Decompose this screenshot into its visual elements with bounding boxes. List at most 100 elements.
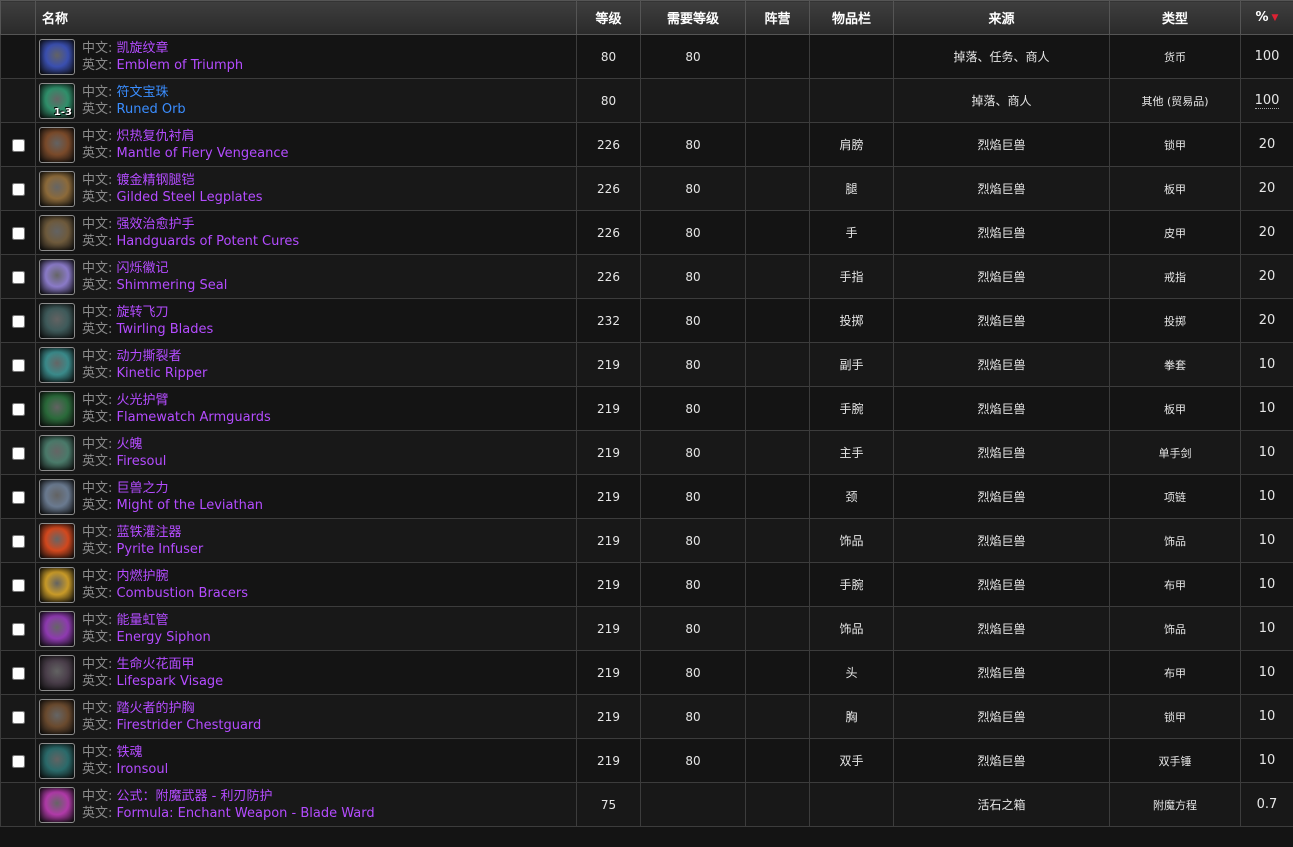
item-name-en[interactable]: Energy Siphon (117, 630, 211, 645)
item-name-cn[interactable]: 火光护臂 (117, 393, 169, 408)
item-source[interactable]: 烈焰巨兽 (893, 650, 1110, 695)
necklace-icon[interactable] (39, 478, 75, 515)
header-faction[interactable]: 阵营 (745, 0, 810, 35)
row-checkbox[interactable] (11, 534, 25, 548)
item-type[interactable]: 布甲 (1109, 562, 1241, 607)
formula-icon[interactable] (39, 786, 75, 823)
item-name-en[interactable]: Kinetic Ripper (117, 366, 208, 381)
item-name-cn[interactable]: 火魄 (117, 437, 143, 452)
item-source[interactable]: 烈焰巨兽 (893, 430, 1110, 475)
hood-icon[interactable] (39, 654, 75, 691)
item-type[interactable]: 锁甲 (1109, 694, 1241, 739)
header-req-level[interactable]: 需要等级 (640, 0, 746, 35)
emblem-icon[interactable] (39, 38, 75, 75)
shoulder-icon[interactable] (39, 126, 75, 163)
row-checkbox[interactable] (11, 666, 25, 680)
item-name-en[interactable]: Might of the Leviathan (117, 498, 264, 513)
item-source[interactable]: 烈焰巨兽 (893, 166, 1110, 211)
item-source[interactable]: 烈焰巨兽 (893, 474, 1110, 519)
item-name-en[interactable]: Firestrider Chestguard (117, 718, 262, 733)
item-name-cn[interactable]: 强效治愈护手 (117, 217, 195, 232)
item-name-cn[interactable]: 蓝铁灌注器 (117, 525, 182, 540)
row-checkbox[interactable] (11, 402, 25, 416)
item-name-en[interactable]: Twirling Blades (117, 322, 214, 337)
item-source[interactable]: 烈焰巨兽 (893, 606, 1110, 651)
item-source[interactable]: 烈焰巨兽 (893, 738, 1110, 783)
item-source[interactable]: 烈焰巨兽 (893, 518, 1110, 563)
infuser-icon[interactable] (39, 522, 75, 559)
item-name-cn[interactable]: 能量虹管 (117, 613, 169, 628)
item-name-en[interactable]: Runed Orb (117, 102, 186, 117)
row-checkbox[interactable] (11, 138, 25, 152)
item-type[interactable]: 戒指 (1109, 254, 1241, 299)
item-name-cn[interactable]: 凯旋纹章 (117, 41, 169, 56)
orb-icon[interactable]: 1-3 (39, 82, 75, 119)
row-checkbox[interactable] (11, 578, 25, 592)
item-type[interactable]: 双手锤 (1109, 738, 1241, 783)
row-checkbox[interactable] (11, 622, 25, 636)
item-source[interactable]: 烈焰巨兽 (893, 210, 1110, 255)
item-source[interactable]: 烈焰巨兽 (893, 386, 1110, 431)
item-type[interactable]: 项链 (1109, 474, 1241, 519)
item-name-en[interactable]: Emblem of Triumph (117, 58, 244, 73)
header-level[interactable]: 等级 (576, 0, 641, 35)
item-name-cn[interactable]: 镀金精钢腿铠 (117, 173, 195, 188)
item-type[interactable]: 货币 (1109, 34, 1241, 79)
row-checkbox[interactable] (11, 446, 25, 460)
item-source[interactable]: 烈焰巨兽 (893, 254, 1110, 299)
item-name-en[interactable]: Lifespark Visage (117, 674, 224, 689)
item-name-en[interactable]: Flamewatch Armguards (117, 410, 271, 425)
row-checkbox[interactable] (11, 754, 25, 768)
item-name-en[interactable]: Combustion Bracers (117, 586, 249, 601)
row-checkbox[interactable] (11, 182, 25, 196)
item-name-cn[interactable]: 内燃护腕 (117, 569, 169, 584)
item-source[interactable]: 活石之箱 (893, 782, 1110, 827)
legplates-icon[interactable] (39, 170, 75, 207)
row-checkbox[interactable] (11, 270, 25, 284)
item-type[interactable]: 投掷 (1109, 298, 1241, 343)
item-name-cn[interactable]: 旋转飞刀 (117, 305, 169, 320)
item-name-cn[interactable]: 动力撕裂者 (117, 349, 182, 364)
item-name-en[interactable]: Firesoul (117, 454, 167, 469)
item-source[interactable]: 烈焰巨兽 (893, 298, 1110, 343)
item-type[interactable]: 单手剑 (1109, 430, 1241, 475)
item-type[interactable]: 饰品 (1109, 606, 1241, 651)
item-type[interactable]: 饰品 (1109, 518, 1241, 563)
item-source[interactable]: 烈焰巨兽 (893, 342, 1110, 387)
item-source[interactable]: 烈焰巨兽 (893, 122, 1110, 167)
item-name-en[interactable]: Handguards of Potent Cures (117, 234, 300, 249)
row-checkbox[interactable] (11, 710, 25, 724)
header-name[interactable]: 名称 (35, 0, 577, 35)
item-source[interactable]: 掉落、商人 (893, 78, 1110, 123)
item-name-en[interactable]: Mantle of Fiery Vengeance (117, 146, 289, 161)
item-name-cn[interactable]: 踏火者的护胸 (117, 701, 195, 716)
item-type[interactable]: 附魔方程 (1109, 782, 1241, 827)
item-type[interactable]: 锁甲 (1109, 122, 1241, 167)
header-source[interactable]: 来源 (893, 0, 1110, 35)
siphon-icon[interactable] (39, 610, 75, 647)
chest-icon[interactable] (39, 698, 75, 735)
row-checkbox[interactable] (11, 490, 25, 504)
item-name-cn[interactable]: 巨兽之力 (117, 481, 169, 496)
fist-icon[interactable] (39, 346, 75, 383)
item-type[interactable]: 拳套 (1109, 342, 1241, 387)
header-pct[interactable]: % ▼ (1240, 0, 1293, 35)
row-checkbox[interactable] (11, 358, 25, 372)
header-slot[interactable]: 物品栏 (809, 0, 894, 35)
item-name-cn[interactable]: 铁魂 (117, 745, 143, 760)
item-type[interactable]: 板甲 (1109, 166, 1241, 211)
header-type[interactable]: 类型 (1109, 0, 1241, 35)
item-source[interactable]: 掉落、任务、商人 (893, 34, 1110, 79)
item-type[interactable]: 板甲 (1109, 386, 1241, 431)
ring-icon[interactable] (39, 258, 75, 295)
row-checkbox[interactable] (11, 226, 25, 240)
mace-icon[interactable] (39, 742, 75, 779)
item-source[interactable]: 烈焰巨兽 (893, 562, 1110, 607)
gloves-icon[interactable] (39, 214, 75, 251)
item-type[interactable]: 其他 (贸易品) (1109, 78, 1241, 123)
blades-icon[interactable] (39, 302, 75, 339)
item-name-cn[interactable]: 公式：附魔武器 - 利刃防护 (117, 789, 273, 804)
sword-icon[interactable] (39, 434, 75, 471)
item-name-en[interactable]: Ironsoul (117, 762, 169, 777)
item-name-en[interactable]: Gilded Steel Legplates (117, 190, 263, 205)
